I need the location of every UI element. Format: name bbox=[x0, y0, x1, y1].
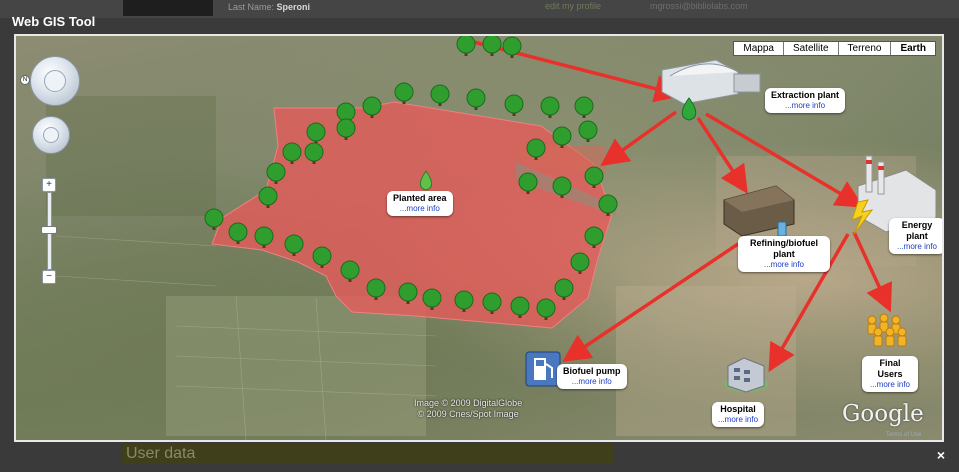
google-logo: Google bbox=[842, 401, 924, 427]
background-user-data-heading: User data bbox=[122, 444, 614, 464]
energy-plant-label: Energy plant ...more info bbox=[889, 218, 942, 254]
energy-plant-name: Energy plant bbox=[901, 220, 933, 241]
tree-icon bbox=[504, 94, 524, 116]
hand-icon bbox=[43, 127, 59, 143]
zoom-slider-thumb[interactable] bbox=[41, 226, 57, 234]
zoom-in-button[interactable]: + bbox=[42, 178, 56, 192]
move-control[interactable] bbox=[32, 116, 70, 154]
final-users-name: Final Users bbox=[877, 358, 903, 379]
hospital-label: Hospital ...more info bbox=[712, 402, 765, 427]
biofuel-pump-more-info-link[interactable]: ...more info bbox=[563, 377, 621, 387]
tree-icon bbox=[482, 36, 502, 56]
tree-icon bbox=[430, 84, 450, 106]
tree-icon bbox=[578, 120, 598, 142]
biofuel-pump-label: Biofuel pump ...more info bbox=[557, 364, 627, 389]
hospital-more-info-link[interactable]: ...more info bbox=[718, 415, 758, 425]
background-email: mgrossi@bibliolabs.com bbox=[650, 1, 748, 11]
background-edit-profile-link: edit my profile bbox=[545, 1, 602, 11]
map-type-terreno-button[interactable]: Terreno bbox=[837, 42, 891, 55]
biofuel-pump-icon bbox=[525, 351, 561, 387]
energy-plant-more-info-link[interactable]: ...more info bbox=[895, 242, 939, 252]
planted-area-label: Planted area ...more info bbox=[387, 191, 453, 216]
extraction-plant-label: Extraction plant ...more info bbox=[765, 88, 846, 113]
extraction-plant-icon bbox=[661, 59, 761, 121]
eye-icon bbox=[44, 70, 66, 92]
refining-plant-more-info-link[interactable]: ...more info bbox=[744, 260, 824, 270]
background-last-name: Last Name: Speroni bbox=[228, 2, 311, 12]
compass-north-icon[interactable]: N bbox=[20, 75, 30, 85]
map-type-mappa-button[interactable]: Mappa bbox=[734, 42, 783, 55]
map-type-switcher: Mappa Satellite Terreno Earth bbox=[733, 41, 936, 56]
extraction-plant-name: Extraction plant bbox=[771, 90, 840, 100]
attribution-line-1: Image © 2009 DigitalGlobe bbox=[414, 398, 523, 408]
attribution-line-2: © 2009 Cnes/Spot Image bbox=[417, 409, 519, 419]
refining-plant-label: Refining/biofuel plant ...more info bbox=[738, 236, 830, 272]
refining-plant-name: Refining/biofuel plant bbox=[750, 238, 818, 259]
tree-icon bbox=[466, 88, 486, 110]
terms-of-use-link[interactable]: Terms of Use bbox=[886, 432, 921, 438]
background-thumbnail bbox=[123, 0, 213, 16]
final-users-more-info-link[interactable]: ...more info bbox=[868, 380, 912, 390]
imagery-attribution: Image © 2009 DigitalGlobe © 2009 Cnes/Sp… bbox=[414, 398, 522, 420]
tree-icon bbox=[456, 36, 476, 56]
final-users-label: Final Users ...more info bbox=[862, 356, 918, 392]
map-type-earth-button[interactable]: Earth bbox=[890, 42, 935, 55]
tree-icon bbox=[394, 82, 414, 104]
biofuel-pump-name: Biofuel pump bbox=[563, 366, 621, 376]
look-around-control[interactable] bbox=[30, 56, 80, 106]
planted-area-name: Planted area bbox=[393, 193, 447, 203]
map-type-satellite-button[interactable]: Satellite bbox=[782, 42, 838, 55]
tree-icon bbox=[574, 96, 594, 118]
dialog-title: Web GIS Tool bbox=[12, 14, 96, 29]
map-viewport[interactable]: Mappa Satellite Terreno Earth N + − Plan… bbox=[14, 34, 944, 442]
final-users-icon bbox=[867, 313, 907, 347]
tree-icon bbox=[540, 96, 560, 118]
close-button[interactable]: × bbox=[937, 447, 945, 463]
zoom-out-button[interactable]: − bbox=[42, 270, 56, 284]
hospital-name: Hospital bbox=[720, 404, 756, 414]
planted-area-more-info-link[interactable]: ...more info bbox=[393, 204, 447, 214]
extraction-plant-more-info-link[interactable]: ...more info bbox=[771, 101, 839, 111]
